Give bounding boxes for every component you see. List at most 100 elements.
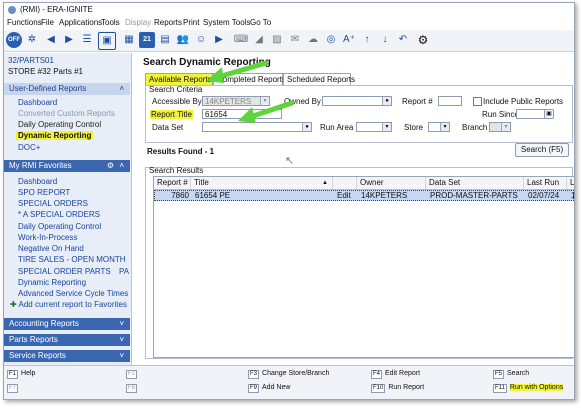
sort-icon: ▲: [322, 180, 328, 186]
f11-key-cap: F11: [493, 384, 507, 393]
menu-reports[interactable]: Reports: [154, 17, 182, 29]
menu-print[interactable]: Print: [183, 17, 199, 29]
f10-run-report-key[interactable]: F10 Run Report: [371, 384, 424, 393]
report-number-field[interactable]: [438, 96, 462, 106]
image-icon[interactable]: ▨: [269, 32, 285, 48]
menu-go-to[interactable]: Go To: [250, 17, 271, 29]
f3-change-store-key[interactable]: F3 Change Store/Branch: [248, 370, 329, 379]
gear-icon[interactable]: ⚙: [415, 32, 431, 48]
include-public-checkbox[interactable]: [473, 97, 482, 106]
service-section-header[interactable]: Service Reports ˅: [4, 350, 130, 362]
chevron-up-icon: ˄: [119, 161, 124, 170]
f5-search-key[interactable]: F5 Search: [493, 370, 529, 379]
users-icon[interactable]: 👥: [175, 32, 191, 48]
tab-scheduled-reports[interactable]: Scheduled Reports: [283, 73, 355, 85]
fav-item-negative-on-hand[interactable]: Negative On Hand: [18, 244, 84, 253]
f3-label: Change Store/Branch: [262, 370, 330, 377]
chevron-down-icon: ˅: [119, 319, 124, 328]
search-icon[interactable]: ●: [382, 97, 391, 105]
settings-icon[interactable]: ✲: [24, 32, 40, 48]
chevron-down-icon: ˅: [119, 335, 124, 344]
f7-key: F7: [7, 384, 21, 393]
calendar-icon[interactable]: 21: [139, 32, 155, 48]
app-window: (RMI) - ERA-IGNITE Functions File Applic…: [3, 2, 575, 400]
mail-icon[interactable]: ✉: [287, 32, 303, 48]
zoom-icon[interactable]: ◎: [323, 32, 339, 48]
store-selector[interactable]: 32/PARTS01: [8, 56, 54, 65]
undo-icon[interactable]: ↶: [395, 32, 411, 48]
results-grid: Report # Title ▲ Owner Data Set Last Run …: [153, 176, 574, 358]
parts-section-header[interactable]: Parts Reports ˅: [4, 334, 130, 346]
function-key-bar: F1 Help F2 F3 Change Store/Branch F4 Edit R…: [4, 365, 574, 399]
chevron-down-icon: ˅: [119, 351, 124, 360]
table-row[interactable]: 7860 61654 PE Edit 14KPETERS PROD-MASTER…: [154, 190, 574, 201]
fav-item-a-special-orders[interactable]: * A SPECIAL ORDERS: [18, 210, 100, 219]
arrow-up-icon[interactable]: ↑: [359, 32, 375, 48]
store-name: STORE #32 Parts #1: [8, 67, 83, 76]
menu-system-tools[interactable]: System Tools: [203, 17, 250, 29]
col-data-set[interactable]: Data Set: [426, 177, 524, 189]
col-report-number[interactable]: Report #: [154, 177, 191, 189]
col-title[interactable]: Title ▲: [191, 177, 333, 189]
menu-applications[interactable]: Applications: [59, 17, 102, 29]
fav-item-service-cycle[interactable]: Advanced Service Cycle Times: [18, 289, 128, 298]
run-area-select[interactable]: ▾: [356, 122, 392, 132]
favorites-section-header[interactable]: My RMI Favorites ⚙ ˄: [4, 160, 130, 172]
video-icon[interactable]: ▶: [211, 32, 227, 48]
chevron-down-icon: ▾: [501, 123, 510, 131]
fav-item-wip[interactable]: Work-In-Process: [18, 233, 77, 242]
udr-item-dynamic-reporting[interactable]: Dynamic Reporting: [16, 131, 94, 140]
fav-item-doc[interactable]: Daily Operating Control: [18, 222, 101, 231]
fav-item-spo-report[interactable]: SPO REPORT: [18, 188, 70, 197]
fav-item-overflow[interactable]: PA: [119, 267, 129, 276]
grid-icon[interactable]: ▦: [121, 32, 137, 48]
results-legend: Search Results: [149, 166, 204, 175]
right-arrow-icon[interactable]: ▶: [61, 32, 77, 48]
udr-item-dashboard[interactable]: Dashboard: [18, 98, 57, 107]
chart-icon[interactable]: ◢: [251, 32, 267, 48]
col-la[interactable]: La: [567, 177, 574, 189]
document-icon[interactable]: ▤: [157, 32, 173, 48]
fav-item-dashboard[interactable]: Dashboard: [18, 177, 57, 186]
accounting-section-header[interactable]: Accounting Reports ˅: [4, 318, 130, 330]
left-arrow-icon[interactable]: ◀: [43, 32, 59, 48]
menu-file[interactable]: File: [41, 17, 54, 29]
f8-key: F8: [126, 384, 140, 393]
gear-icon[interactable]: ⚙: [107, 160, 114, 172]
col-owner[interactable]: Owner: [357, 177, 426, 189]
menu-functions[interactable]: Functions: [7, 17, 42, 29]
cloud-icon[interactable]: ☁: [305, 32, 321, 48]
edit-link[interactable]: Edit: [334, 191, 358, 201]
off-button[interactable]: OFF: [6, 32, 22, 48]
layout-icon[interactable]: ▣: [98, 32, 116, 50]
menu-lines-icon[interactable]: ☰: [79, 32, 95, 48]
tab-available-reports[interactable]: Available Reports: [145, 73, 213, 85]
font-size-icon[interactable]: A⁺: [341, 32, 357, 48]
fav-item-tire-sales[interactable]: TIRE SALES - OPEN MONTH: [18, 255, 126, 264]
calendar-icon[interactable]: ▣: [544, 109, 554, 119]
store-select[interactable]: ▾: [428, 122, 450, 132]
col-last-run[interactable]: Last Run: [524, 177, 567, 189]
udr-item-doc[interactable]: Daily Operating Control: [18, 120, 101, 129]
f5-key-cap: F5: [493, 370, 505, 379]
search-button[interactable]: Search (F5): [515, 143, 569, 157]
f3-key-cap: F3: [248, 370, 260, 379]
search-icon[interactable]: ●: [302, 123, 311, 131]
fav-item-dynamic-reporting[interactable]: Dynamic Reporting: [18, 278, 86, 287]
f9-add-new-key[interactable]: F9 Add New: [248, 384, 290, 393]
fav-item-special-order-parts[interactable]: SPECIAL ORDER PARTS: [18, 267, 111, 276]
add-favorite-link[interactable]: ✚ Add current report to Favorites: [10, 300, 127, 309]
f11-run-with-options-key[interactable]: F11 Run with Options: [493, 384, 564, 393]
f1-help-key[interactable]: F1 Help: [7, 370, 35, 379]
f8-key-cap: F8: [126, 384, 138, 393]
store-code: 32/PARTS01: [8, 56, 54, 65]
keyboard-icon[interactable]: ⌨: [233, 32, 249, 48]
f4-edit-report-key[interactable]: F4 Edit Report: [371, 370, 420, 379]
owned-by-field[interactable]: ●: [322, 96, 392, 106]
menu-tools[interactable]: Tools: [101, 17, 120, 29]
contact-icon[interactable]: ☺: [193, 32, 209, 48]
fav-item-special-orders[interactable]: SPECIAL ORDERS: [18, 199, 88, 208]
arrow-down-icon[interactable]: ↓: [377, 32, 393, 48]
udr-section-header[interactable]: User-Defined Reports ˄: [4, 83, 130, 95]
udr-item-doc-plus[interactable]: DOC+: [18, 143, 40, 152]
